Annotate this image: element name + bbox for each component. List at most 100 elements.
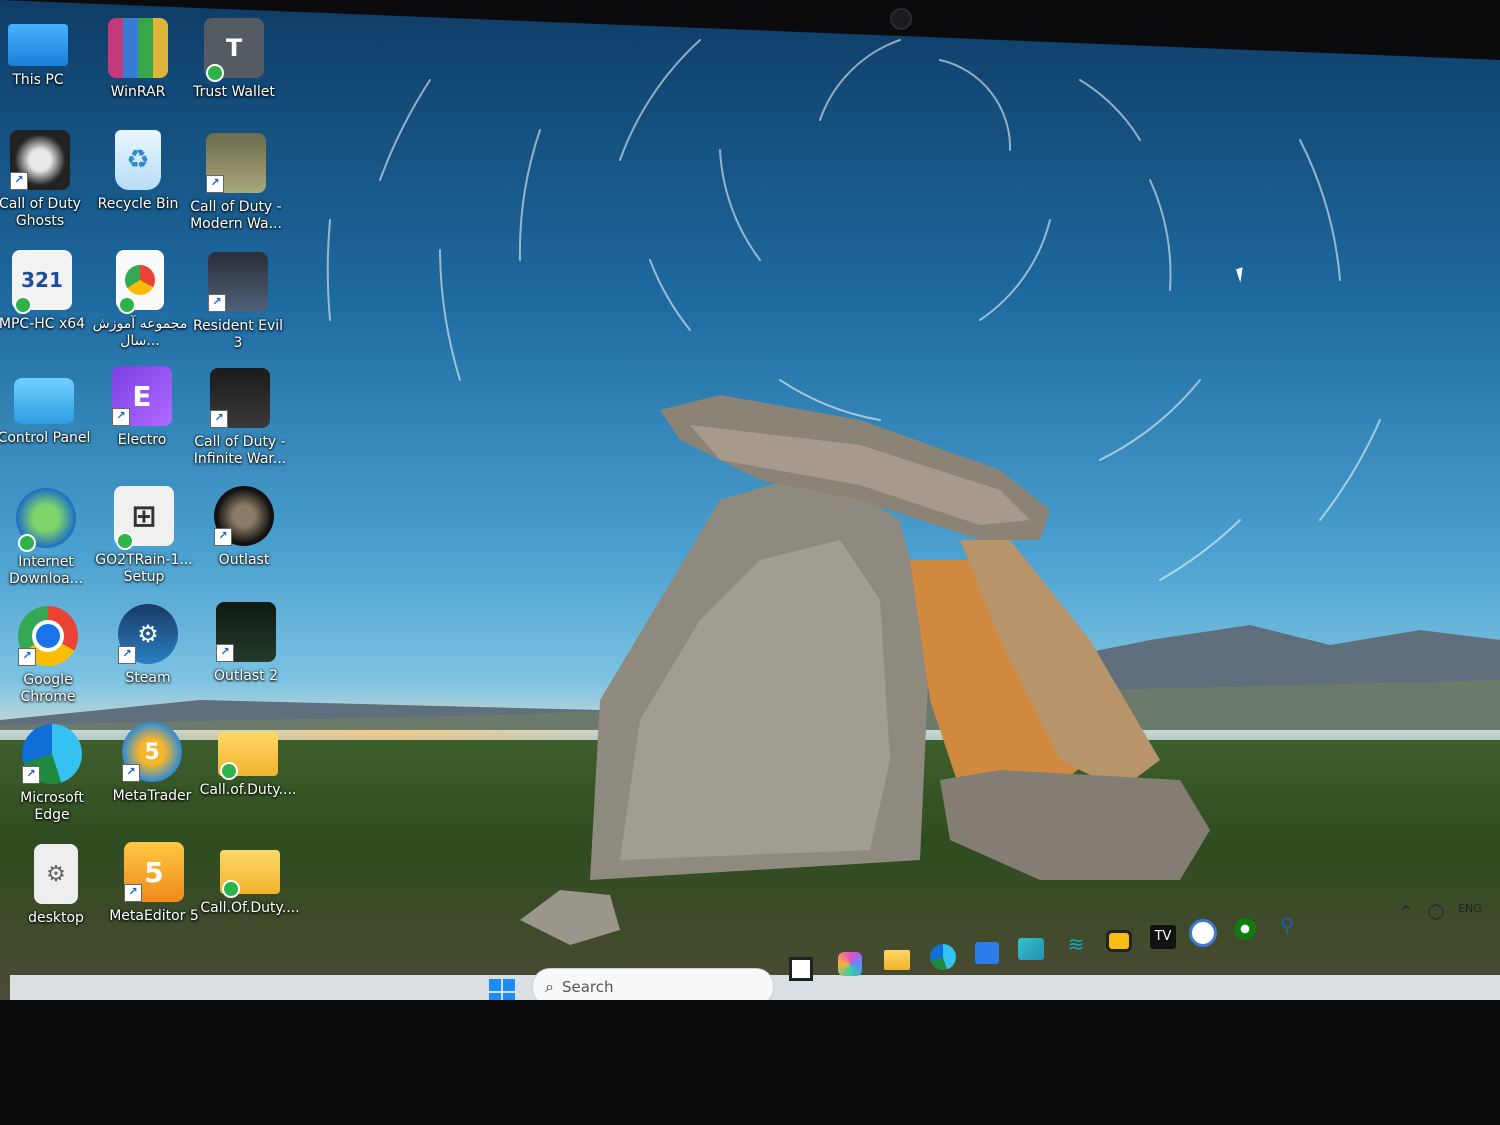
sync-check-icon (18, 534, 36, 552)
sync-check-icon (220, 762, 238, 780)
desktop-icon-trust-wallet[interactable]: T Trust Wallet (184, 18, 284, 101)
icon-label: GO2TRain-1... Setup (95, 552, 193, 585)
webcam (890, 8, 912, 30)
xbox-icon (1234, 918, 1256, 940)
sync-check-icon (222, 880, 240, 898)
sync-check-icon (206, 64, 224, 82)
tv-app-button[interactable]: TV (1148, 922, 1178, 952)
sync-check-icon (14, 296, 32, 314)
icon-label: This PC (12, 72, 64, 88)
desktop-icon-installer[interactable]: ⊞ GO2TRain-1... Setup (94, 486, 194, 586)
yellow-app-button[interactable] (1104, 926, 1134, 956)
tray-network-icon[interactable] (1428, 904, 1444, 920)
shortcut-arrow-icon: ↗ (22, 766, 40, 784)
metatrader-icon: 5 ↗ (122, 722, 182, 782)
desktop-icon-electro[interactable]: E ↗ Electro (92, 366, 192, 449)
desktop-icon-outlast[interactable]: ↗ Outlast (194, 486, 294, 569)
bike-app-icon: ⚲ (1279, 913, 1295, 937)
desktop-icon-winrar[interactable]: WinRAR (88, 18, 188, 101)
xbox-button[interactable] (1230, 914, 1260, 944)
wifi-app-icon: ≋ (1067, 932, 1085, 956)
icon-label: Recycle Bin (97, 196, 179, 212)
bike-app-button[interactable]: ⚲ (1272, 910, 1302, 940)
cod-mw-icon: ↗ (206, 133, 266, 193)
taskbar-search[interactable]: ⌕ Search (532, 968, 774, 1000)
app-yellow-icon (1106, 930, 1132, 952)
copilot-icon (838, 952, 862, 976)
store-button[interactable] (972, 938, 1002, 968)
desktop-icon-folder-cod-2[interactable]: Call.Of.Duty.... (200, 840, 300, 917)
desktop-icon-steam[interactable]: ⚙ ↗ Steam (98, 604, 198, 687)
icon-label: Control Panel (0, 430, 91, 446)
icon-label: Call.Of.Duty.... (200, 900, 300, 916)
start-button[interactable] (486, 976, 518, 1000)
icon-label: مجموعه آموزش سال... (92, 316, 188, 349)
desktop-icon-chrome[interactable]: ↗ Google Chrome (0, 606, 98, 706)
shortcut-arrow-icon: ↗ (124, 884, 142, 902)
chrome-icon: ↗ (18, 606, 78, 666)
desktop-icon-cod-mw[interactable]: ↗ Call of Duty - Modern Wa... (186, 133, 286, 233)
file-explorer-button[interactable] (882, 946, 912, 974)
icon-label: Call.of.Duty.... (199, 782, 297, 798)
photos-button[interactable] (1016, 934, 1046, 964)
desktop-icon-outlast2[interactable]: ↗ Outlast 2 (196, 602, 296, 685)
winrar-icon (108, 18, 168, 78)
idm-icon (16, 488, 76, 552)
desktop-icon-this-pc[interactable]: This PC (0, 18, 88, 89)
desktop-icon-cod-ghosts[interactable]: ↗ Call of Duty Ghosts (0, 130, 90, 230)
desktop-icon-resident-evil[interactable]: ↗ Resident Evil 3 (188, 252, 288, 352)
icon-label: Call of Duty - Infinite War... (193, 434, 287, 467)
shortcut-arrow-icon: ↗ (206, 175, 224, 193)
copilot-button[interactable] (836, 950, 864, 978)
desktop-icon-metaeditor[interactable]: 5 ↗ MetaEditor 5 (104, 842, 204, 925)
task-view-icon (789, 957, 813, 981)
desktop-icon-cod-iw[interactable]: ↗ Call of Duty - Infinite War... (190, 368, 290, 468)
desktop-icon-recycle-bin[interactable]: ♻ Recycle Bin (88, 130, 188, 213)
shortcut-arrow-icon: ↗ (18, 648, 36, 666)
control-panel-icon (14, 378, 74, 424)
recycle-bin-icon: ♻ (115, 130, 161, 190)
desktop-icon-chrome-file[interactable]: مجموعه آموزش سال... (90, 250, 190, 350)
wifi-app-button[interactable]: ≋ (1062, 930, 1090, 958)
store-icon (975, 942, 999, 964)
vpn-icon (1189, 919, 1217, 947)
desktop-icon-control-panel[interactable]: Control Panel (0, 372, 94, 447)
vpn-app-button[interactable] (1188, 918, 1218, 948)
icon-label: Electro (117, 432, 167, 448)
shortcut-arrow-icon: ↗ (112, 408, 130, 426)
windows-logo-icon (489, 979, 515, 1000)
icon-label: Internet Downloa... (8, 554, 84, 587)
icon-label: Trust Wallet (193, 84, 275, 100)
electro-icon: E ↗ (112, 366, 172, 426)
desktop-icon-mpc-hc[interactable]: 321 MPC-HC x64 (0, 250, 92, 333)
icon-label: MetaTrader (112, 788, 192, 804)
trust-wallet-icon: T (204, 18, 264, 82)
desktop-icon-metatrader[interactable]: 5 ↗ MetaTrader (102, 722, 202, 805)
desktop-icon-folder-cod-1[interactable]: Call.of.Duty.... (198, 722, 298, 799)
icon-label: Steam (125, 670, 171, 686)
folder-icon (220, 850, 280, 898)
shortcut-arrow-icon: ↗ (210, 410, 228, 428)
icon-label: Outlast 2 (214, 668, 278, 684)
search-icon: ⌕ (545, 977, 554, 996)
icon-label: Resident Evil 3 (192, 318, 284, 351)
desktop-icon-desktop-file[interactable]: ⚙ desktop (6, 844, 106, 927)
edge-taskbar-button[interactable] (928, 942, 958, 972)
icon-label: MetaEditor 5 (109, 908, 199, 924)
desktop-icon-idm[interactable]: Internet Downloa... (0, 488, 96, 588)
shortcut-arrow-icon: ↗ (216, 644, 234, 662)
task-view-button[interactable] (788, 956, 814, 982)
desktop-icon-edge[interactable]: ↗ Microsoft Edge (2, 724, 102, 824)
steam-icon: ⚙ ↗ (118, 604, 178, 664)
tv-app-icon: TV (1150, 925, 1176, 949)
shortcut-arrow-icon: ↗ (118, 646, 136, 664)
folder-icon (218, 732, 278, 780)
chrome-file-icon (116, 250, 164, 314)
mpc-hc-icon: 321 (12, 250, 72, 314)
edge-icon (930, 944, 956, 970)
shortcut-arrow-icon: ↗ (208, 294, 226, 312)
tray-overflow-chevron[interactable]: ^ (1400, 904, 1412, 920)
photos-icon (1018, 938, 1044, 960)
outlast2-icon: ↗ (216, 602, 276, 662)
tray-language[interactable]: ENG (1458, 902, 1482, 915)
